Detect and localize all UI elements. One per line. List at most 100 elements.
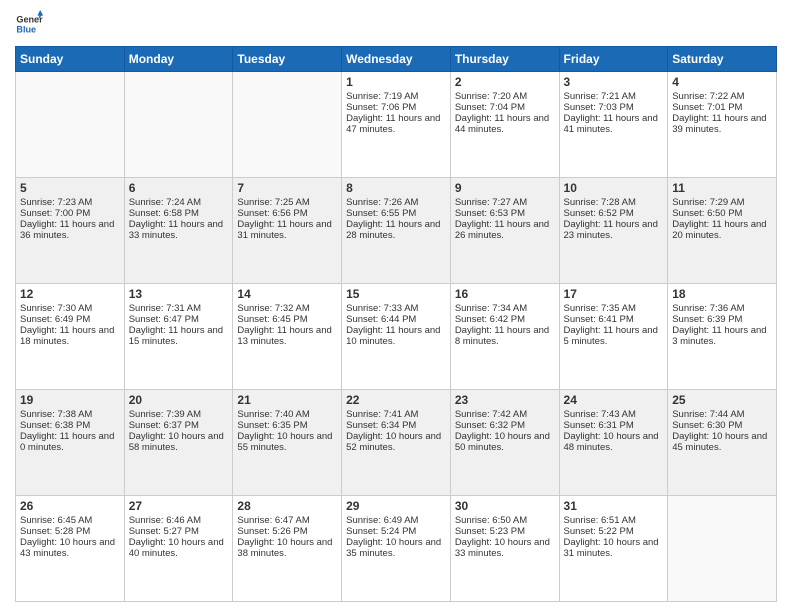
- svg-text:Blue: Blue: [16, 24, 36, 34]
- sunset-text: Sunset: 7:01 PM: [672, 102, 772, 113]
- calendar-cell: 7Sunrise: 7:25 AMSunset: 6:56 PMDaylight…: [233, 178, 342, 284]
- day-number: 21: [237, 393, 337, 407]
- daylight-text: Daylight: 11 hours and 47 minutes.: [346, 113, 446, 135]
- day-number: 24: [564, 393, 664, 407]
- day-number: 7: [237, 181, 337, 195]
- sunset-text: Sunset: 7:03 PM: [564, 102, 664, 113]
- calendar-cell: 22Sunrise: 7:41 AMSunset: 6:34 PMDayligh…: [342, 390, 451, 496]
- sunrise-text: Sunrise: 7:26 AM: [346, 197, 446, 208]
- sunrise-text: Sunrise: 7:38 AM: [20, 409, 120, 420]
- calendar-cell: 5Sunrise: 7:23 AMSunset: 7:00 PMDaylight…: [16, 178, 125, 284]
- sunset-text: Sunset: 5:23 PM: [455, 526, 555, 537]
- sunrise-text: Sunrise: 7:27 AM: [455, 197, 555, 208]
- daylight-text: Daylight: 11 hours and 44 minutes.: [455, 113, 555, 135]
- svg-text:General: General: [16, 15, 43, 25]
- sunrise-text: Sunrise: 7:19 AM: [346, 91, 446, 102]
- daylight-text: Daylight: 10 hours and 43 minutes.: [20, 537, 120, 559]
- calendar-week-1: 1Sunrise: 7:19 AMSunset: 7:06 PMDaylight…: [16, 72, 777, 178]
- calendar-cell: 14Sunrise: 7:32 AMSunset: 6:45 PMDayligh…: [233, 284, 342, 390]
- day-number: 5: [20, 181, 120, 195]
- calendar-week-4: 19Sunrise: 7:38 AMSunset: 6:38 PMDayligh…: [16, 390, 777, 496]
- sunset-text: Sunset: 5:24 PM: [346, 526, 446, 537]
- calendar-cell: 10Sunrise: 7:28 AMSunset: 6:52 PMDayligh…: [559, 178, 668, 284]
- daylight-text: Daylight: 11 hours and 31 minutes.: [237, 219, 337, 241]
- day-header-friday: Friday: [559, 47, 668, 72]
- sunrise-text: Sunrise: 7:42 AM: [455, 409, 555, 420]
- day-number: 18: [672, 287, 772, 301]
- sunrise-text: Sunrise: 7:41 AM: [346, 409, 446, 420]
- daylight-text: Daylight: 10 hours and 40 minutes.: [129, 537, 229, 559]
- sunrise-text: Sunrise: 7:32 AM: [237, 303, 337, 314]
- daylight-text: Daylight: 11 hours and 8 minutes.: [455, 325, 555, 347]
- sunrise-text: Sunrise: 7:22 AM: [672, 91, 772, 102]
- daylight-text: Daylight: 11 hours and 0 minutes.: [20, 431, 120, 453]
- sunset-text: Sunset: 7:00 PM: [20, 208, 120, 219]
- sunset-text: Sunset: 6:42 PM: [455, 314, 555, 325]
- daylight-text: Daylight: 11 hours and 20 minutes.: [672, 219, 772, 241]
- calendar-cell: 20Sunrise: 7:39 AMSunset: 6:37 PMDayligh…: [124, 390, 233, 496]
- daylight-text: Daylight: 10 hours and 38 minutes.: [237, 537, 337, 559]
- daylight-text: Daylight: 11 hours and 39 minutes.: [672, 113, 772, 135]
- day-number: 28: [237, 499, 337, 513]
- calendar-cell: 23Sunrise: 7:42 AMSunset: 6:32 PMDayligh…: [450, 390, 559, 496]
- sunset-text: Sunset: 6:41 PM: [564, 314, 664, 325]
- sunrise-text: Sunrise: 6:50 AM: [455, 515, 555, 526]
- day-number: 16: [455, 287, 555, 301]
- sunset-text: Sunset: 6:44 PM: [346, 314, 446, 325]
- daylight-text: Daylight: 11 hours and 26 minutes.: [455, 219, 555, 241]
- calendar-cell: 6Sunrise: 7:24 AMSunset: 6:58 PMDaylight…: [124, 178, 233, 284]
- sunrise-text: Sunrise: 7:20 AM: [455, 91, 555, 102]
- calendar-table: SundayMondayTuesdayWednesdayThursdayFrid…: [15, 46, 777, 602]
- day-header-tuesday: Tuesday: [233, 47, 342, 72]
- sunrise-text: Sunrise: 6:47 AM: [237, 515, 337, 526]
- day-number: 23: [455, 393, 555, 407]
- sunrise-text: Sunrise: 7:25 AM: [237, 197, 337, 208]
- sunset-text: Sunset: 6:35 PM: [237, 420, 337, 431]
- sunset-text: Sunset: 6:52 PM: [564, 208, 664, 219]
- daylight-text: Daylight: 10 hours and 35 minutes.: [346, 537, 446, 559]
- daylight-text: Daylight: 10 hours and 33 minutes.: [455, 537, 555, 559]
- day-number: 14: [237, 287, 337, 301]
- calendar-cell: 31Sunrise: 6:51 AMSunset: 5:22 PMDayligh…: [559, 496, 668, 602]
- calendar-week-5: 26Sunrise: 6:45 AMSunset: 5:28 PMDayligh…: [16, 496, 777, 602]
- day-number: 15: [346, 287, 446, 301]
- sunrise-text: Sunrise: 7:28 AM: [564, 197, 664, 208]
- day-number: 19: [20, 393, 120, 407]
- calendar-cell: 25Sunrise: 7:44 AMSunset: 6:30 PMDayligh…: [668, 390, 777, 496]
- sunrise-text: Sunrise: 7:33 AM: [346, 303, 446, 314]
- day-header-monday: Monday: [124, 47, 233, 72]
- daylight-text: Daylight: 11 hours and 13 minutes.: [237, 325, 337, 347]
- sunrise-text: Sunrise: 7:23 AM: [20, 197, 120, 208]
- sunset-text: Sunset: 5:28 PM: [20, 526, 120, 537]
- sunrise-text: Sunrise: 7:44 AM: [672, 409, 772, 420]
- logo: General Blue: [15, 10, 45, 38]
- calendar-cell: [668, 496, 777, 602]
- day-number: 3: [564, 75, 664, 89]
- day-header-thursday: Thursday: [450, 47, 559, 72]
- calendar-cell: 8Sunrise: 7:26 AMSunset: 6:55 PMDaylight…: [342, 178, 451, 284]
- daylight-text: Daylight: 10 hours and 31 minutes.: [564, 537, 664, 559]
- page: General Blue SundayMondayTuesdayWednesda…: [0, 0, 792, 612]
- calendar-cell: 9Sunrise: 7:27 AMSunset: 6:53 PMDaylight…: [450, 178, 559, 284]
- day-number: 9: [455, 181, 555, 195]
- sunrise-text: Sunrise: 7:21 AM: [564, 91, 664, 102]
- daylight-text: Daylight: 10 hours and 52 minutes.: [346, 431, 446, 453]
- sunset-text: Sunset: 6:32 PM: [455, 420, 555, 431]
- sunrise-text: Sunrise: 7:29 AM: [672, 197, 772, 208]
- calendar-cell: [233, 72, 342, 178]
- calendar-cell: 15Sunrise: 7:33 AMSunset: 6:44 PMDayligh…: [342, 284, 451, 390]
- sunset-text: Sunset: 6:39 PM: [672, 314, 772, 325]
- daylight-text: Daylight: 11 hours and 5 minutes.: [564, 325, 664, 347]
- day-header-wednesday: Wednesday: [342, 47, 451, 72]
- sunrise-text: Sunrise: 7:24 AM: [129, 197, 229, 208]
- sunset-text: Sunset: 5:22 PM: [564, 526, 664, 537]
- calendar-cell: 18Sunrise: 7:36 AMSunset: 6:39 PMDayligh…: [668, 284, 777, 390]
- day-number: 1: [346, 75, 446, 89]
- day-number: 25: [672, 393, 772, 407]
- day-number: 6: [129, 181, 229, 195]
- sunset-text: Sunset: 6:58 PM: [129, 208, 229, 219]
- daylight-text: Daylight: 11 hours and 23 minutes.: [564, 219, 664, 241]
- day-number: 12: [20, 287, 120, 301]
- calendar-cell: 12Sunrise: 7:30 AMSunset: 6:49 PMDayligh…: [16, 284, 125, 390]
- calendar-cell: 1Sunrise: 7:19 AMSunset: 7:06 PMDaylight…: [342, 72, 451, 178]
